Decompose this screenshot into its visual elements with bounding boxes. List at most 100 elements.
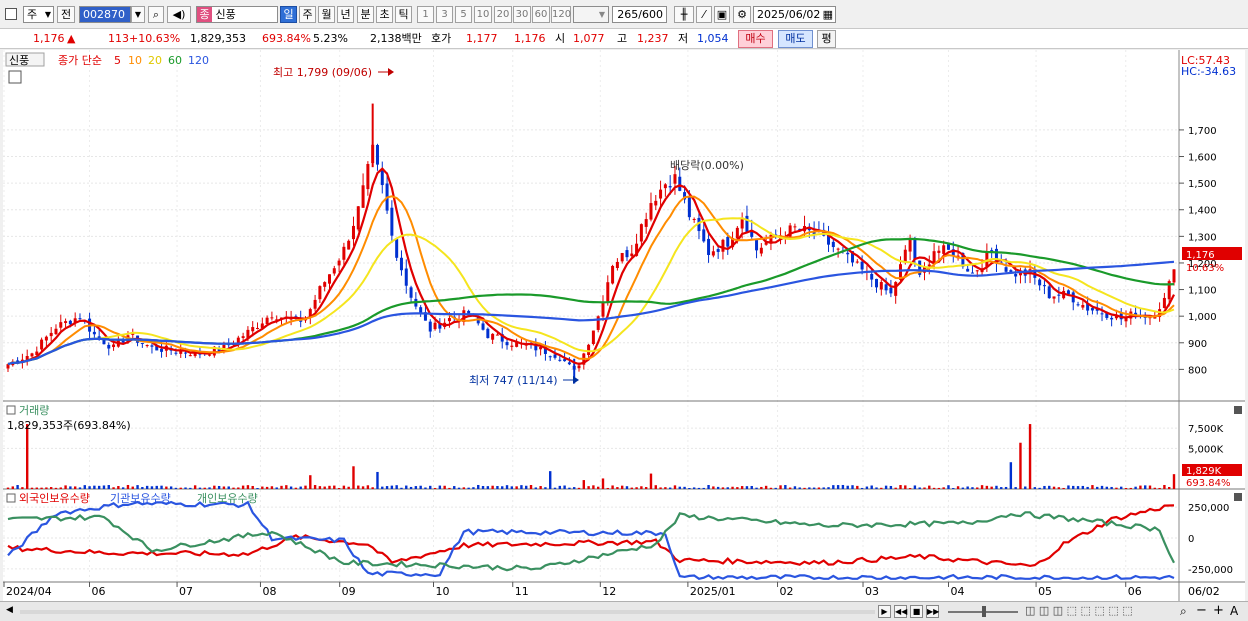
scroll-left-icon[interactable]: ◀ [6,605,13,615]
draw-tool-icon[interactable]: ⁄ [696,6,712,23]
stop-icon[interactable]: ■ [910,605,923,618]
buy-button[interactable]: 매수 [738,30,773,48]
volume-bar [443,485,446,489]
volume-bar [539,486,542,489]
candle-body [433,322,437,330]
candle-body [313,299,317,309]
count-field[interactable]: 265/600 [612,6,667,23]
rewind-icon[interactable]: ◀◀ [894,605,907,618]
candle-type-icon[interactable]: ╫ [674,6,694,23]
volume-bar [1004,486,1008,489]
candle-body [92,331,96,335]
volume-bar [1043,485,1046,489]
period-year[interactable]: 년 [337,6,354,23]
volume-bar [150,486,154,489]
candle-body [208,354,212,356]
eval-button[interactable]: 평 [817,30,836,48]
scroll-track[interactable] [20,610,875,614]
font-size-icon[interactable]: A [1230,604,1238,618]
window-icon[interactable] [5,8,17,20]
volume-bar [923,487,926,489]
fast-forward-icon[interactable]: ▶▶ [926,605,939,618]
holdings-menu-icon[interactable] [1234,493,1242,501]
interval-120[interactable]: 120 [551,6,571,23]
stock-code-input[interactable]: 002870 [79,6,131,23]
period-second[interactable]: 초 [376,6,393,23]
speaker-icon[interactable]: ◀) [167,6,191,23]
volume-bar [385,486,389,489]
volume-bar [947,485,950,489]
volume-bar [1115,487,1118,489]
volume-bar [683,486,686,489]
zoom-slider-handle[interactable] [982,606,986,617]
sell-button[interactable]: 매도 [778,30,813,48]
minus-icon[interactable]: − [1196,603,1207,618]
volume-bar [1153,487,1157,489]
period-day[interactable]: 일 [280,6,297,23]
volume-bar [1052,486,1056,489]
candle-body [145,345,149,347]
candle-body [265,317,269,325]
high-label: 고 [617,32,628,45]
date-field[interactable]: 2025/06/02 ▦ [753,6,836,23]
period-week[interactable]: 주 [299,6,316,23]
period-month[interactable]: 월 [318,6,335,23]
zoom-icon[interactable]: ⌕ [1180,604,1187,619]
candle-body [323,282,327,287]
calculator-icon[interactable] [8,70,22,84]
period-minute[interactable]: 분 [357,6,374,23]
volume-bar [88,486,91,489]
scroll-right-icon[interactable]: ▶ [878,605,891,618]
holdings-collapse-icon[interactable] [6,493,16,503]
interval-5[interactable]: 5 [455,6,472,23]
interval-10[interactable]: 10 [474,6,492,23]
candle-body [270,317,274,319]
candle-body [678,176,682,191]
interval-1[interactable]: 1 [417,6,434,23]
candle-body [649,203,653,220]
interval-30[interactable]: 30 [513,6,531,23]
stock-chart[interactable]: 신풍 종가 단순 5 10 20 60 120 LC:57.43 HC:-34.… [0,50,1248,601]
search-icon[interactable]: ⌕ [148,6,164,23]
candle-body [668,186,672,188]
volume-bar [1163,484,1166,489]
candle-body [78,318,82,320]
market-select[interactable]: 주 ▼ [23,6,54,23]
pane-menu-icon[interactable] [1234,406,1242,414]
collapse-icon[interactable] [6,405,16,415]
stock-name-field[interactable]: 종 신풍 [196,6,278,23]
volume-bar [707,485,710,489]
volume-bar [582,480,586,489]
prev-button[interactable]: 전 [57,6,75,23]
volume-bar [644,487,648,489]
volume-bar [102,485,106,489]
volume-bar [160,485,163,489]
volume-bar [630,487,633,489]
volume-bar [549,471,552,489]
interval-60[interactable]: 60 [532,6,550,23]
period-tick[interactable]: 틱 [395,6,412,23]
volume-bar [1105,486,1109,489]
volume-bar [817,487,821,489]
candle-body [160,348,164,352]
code-dropdown-button[interactable]: ▼ [131,6,145,23]
volume-bar [280,485,283,489]
interval-20[interactable]: 20 [494,6,512,23]
volume-bar [990,486,993,489]
interval-3[interactable]: 3 [436,6,453,23]
calendar-icon[interactable]: ▦ [823,7,833,22]
volume-bar [980,485,984,489]
candle-body [399,257,403,271]
gear-icon[interactable]: ⚙ [733,6,751,23]
candle-body [150,345,154,347]
save-icon[interactable]: ▣ [714,6,730,23]
volume-bar [1158,487,1161,489]
candle-body [755,239,759,251]
tool-icons[interactable]: ◫ ◫ ◫ ⬚ ⬚ ⬚ ⬚ ⬚ [1025,604,1133,617]
candle-body [793,226,797,228]
volume-bar [347,486,350,489]
scroll-bar[interactable]: ◀ ▶ ◀◀ ■ ▶▶ ◫ ◫ ◫ ⬚ ⬚ ⬚ ⬚ ⬚ ⌕ − + A [0,601,1248,621]
volume-bar [472,487,475,489]
plus-icon[interactable]: + [1213,603,1224,618]
interval-custom-field[interactable]: ▼ [573,6,609,23]
